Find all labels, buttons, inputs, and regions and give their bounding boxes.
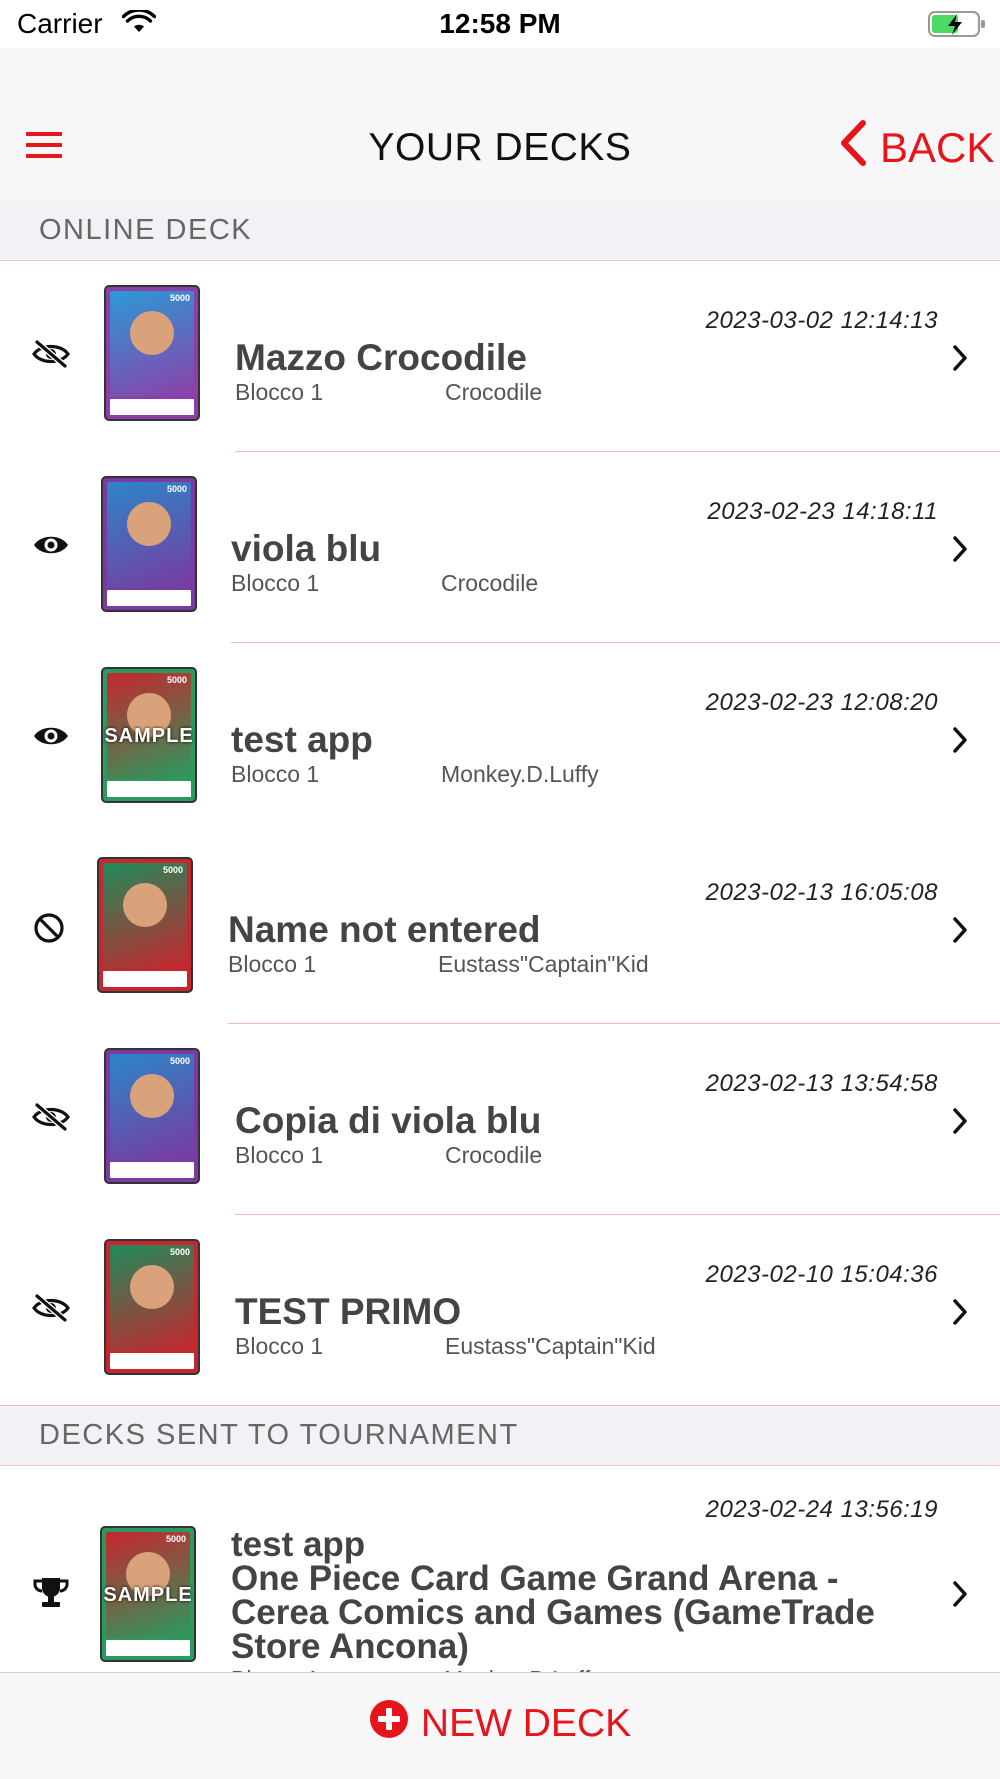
add-circle-icon <box>369 1699 409 1749</box>
card-overlay-text: SAMPLE <box>103 1584 193 1606</box>
tournament-deck-row[interactable]: SAMPLE 5000 2023-02-24 13:56:19 test app… <box>0 1466 1000 1676</box>
deck-name: test app <box>231 719 373 760</box>
eye-slash-icon[interactable] <box>32 1102 70 1132</box>
card-power: 5000 <box>169 293 190 303</box>
deck-name: test app One Piece Card Game Grand Arena… <box>231 1525 941 1666</box>
section-title: DECKS SENT TO TOURNAMENT <box>39 1419 519 1451</box>
deck-block: Blocco 1 <box>235 1333 324 1359</box>
deck-date: 2023-02-23 12:08:20 <box>705 689 938 716</box>
card-power: 5000 <box>169 1247 190 1257</box>
status-bar: Carrier 12:58 PM <box>0 0 1000 48</box>
deck-row[interactable]: 5000 2023-03-02 12:14:13 Mazzo Crocodile… <box>0 261 1000 452</box>
deck-leader: Monkey.D.Luffy <box>441 761 599 787</box>
deck-name: Mazzo Crocodile <box>235 337 527 378</box>
deck-row[interactable]: SAMPLE 5000 2023-02-23 12:08:20 test app… <box>0 643 1000 834</box>
section-title: ONLINE DECK <box>39 214 253 246</box>
leader-card-image: 5000 <box>104 1239 200 1375</box>
card-power: 5000 <box>165 1534 186 1544</box>
deck-block: Blocco 1 <box>235 1142 324 1168</box>
eye-icon[interactable] <box>32 721 70 751</box>
deck-row[interactable]: 5000 2023-02-13 13:54:58 Copia di viola … <box>0 1024 1000 1215</box>
card-overlay-text: SAMPLE <box>104 725 194 747</box>
deck-leader: Crocodile <box>441 570 539 596</box>
card-power: 5000 <box>166 675 187 685</box>
forbidden-icon[interactable] <box>32 911 70 943</box>
new-deck-button[interactable]: NEW DECK <box>0 1699 1000 1749</box>
leader-card-image: 5000 <box>97 857 193 993</box>
deck-block: Blocco 1 <box>235 379 324 405</box>
chevron-right-icon <box>950 1579 970 1609</box>
deck-name: Name not entered <box>228 909 541 950</box>
chevron-right-icon <box>950 534 970 564</box>
deck-title: test app <box>231 1525 366 1564</box>
deck-name: viola blu <box>231 528 382 569</box>
leader-card-image: SAMPLE 5000 <box>100 1526 196 1662</box>
battery-icon <box>928 10 988 43</box>
chevron-left-icon <box>840 120 866 176</box>
back-button[interactable]: BACK <box>840 120 995 176</box>
bottom-toolbar: NEW DECK <box>0 1672 1000 1779</box>
eye-icon[interactable] <box>32 530 70 560</box>
deck-row[interactable]: 5000 2023-02-13 16:05:08 Name not entere… <box>0 833 1000 1024</box>
deck-row[interactable]: 5000 2023-02-10 15:04:36 TEST PRIMO Bloc… <box>0 1215 1000 1406</box>
card-power: 5000 <box>162 865 183 875</box>
chevron-right-icon <box>950 1106 970 1136</box>
deck-leader: Crocodile <box>445 379 543 405</box>
clock: 12:58 PM <box>439 8 561 39</box>
deck-leader: Eustass"Captain"Kid <box>445 1333 656 1359</box>
deck-block: Blocco 1 <box>228 951 317 977</box>
card-power: 5000 <box>166 484 187 494</box>
deck-block: Blocco 1 <box>231 761 320 787</box>
deck-date: 2023-02-13 16:05:08 <box>705 879 938 906</box>
deck-name: TEST PRIMO <box>235 1291 462 1332</box>
leader-card-image: 5000 <box>104 285 200 421</box>
card-power: 5000 <box>169 1056 190 1066</box>
chevron-right-icon <box>950 915 970 945</box>
chevron-right-icon <box>950 343 970 373</box>
leader-card-image: 5000 <box>101 476 197 612</box>
leader-card-image: SAMPLE 5000 <box>101 667 197 803</box>
deck-date: 2023-02-24 13:56:19 <box>705 1496 938 1523</box>
chevron-right-icon <box>950 725 970 755</box>
deck-leader: Crocodile <box>445 1142 543 1168</box>
navigation-bar: YOUR DECKS BACK <box>0 48 1000 203</box>
deck-date: 2023-02-13 13:54:58 <box>705 1070 938 1097</box>
deck-row[interactable]: 5000 2023-02-23 14:18:11 viola blu Blocc… <box>0 452 1000 643</box>
tournament-name: One Piece Card Game Grand Arena - Cerea … <box>231 1559 875 1666</box>
deck-block: Blocco 1 <box>231 570 320 596</box>
eye-slash-icon[interactable] <box>32 1293 70 1323</box>
leader-card-image: 5000 <box>104 1048 200 1184</box>
deck-date: 2023-02-10 15:04:36 <box>705 1261 938 1288</box>
section-header-online: ONLINE DECK <box>0 201 1000 261</box>
section-header-tournament: DECKS SENT TO TOURNAMENT <box>0 1406 1000 1466</box>
deck-date: 2023-03-02 12:14:13 <box>705 307 938 334</box>
deck-date: 2023-02-23 14:18:11 <box>707 498 938 525</box>
chevron-right-icon <box>950 1297 970 1327</box>
new-deck-label: NEW DECK <box>420 1702 632 1745</box>
deck-leader: Eustass"Captain"Kid <box>438 951 649 977</box>
eye-slash-icon[interactable] <box>32 339 70 369</box>
deck-name: Copia di viola blu <box>235 1100 542 1141</box>
trophy-icon <box>32 1576 70 1607</box>
back-label: BACK <box>880 124 995 171</box>
